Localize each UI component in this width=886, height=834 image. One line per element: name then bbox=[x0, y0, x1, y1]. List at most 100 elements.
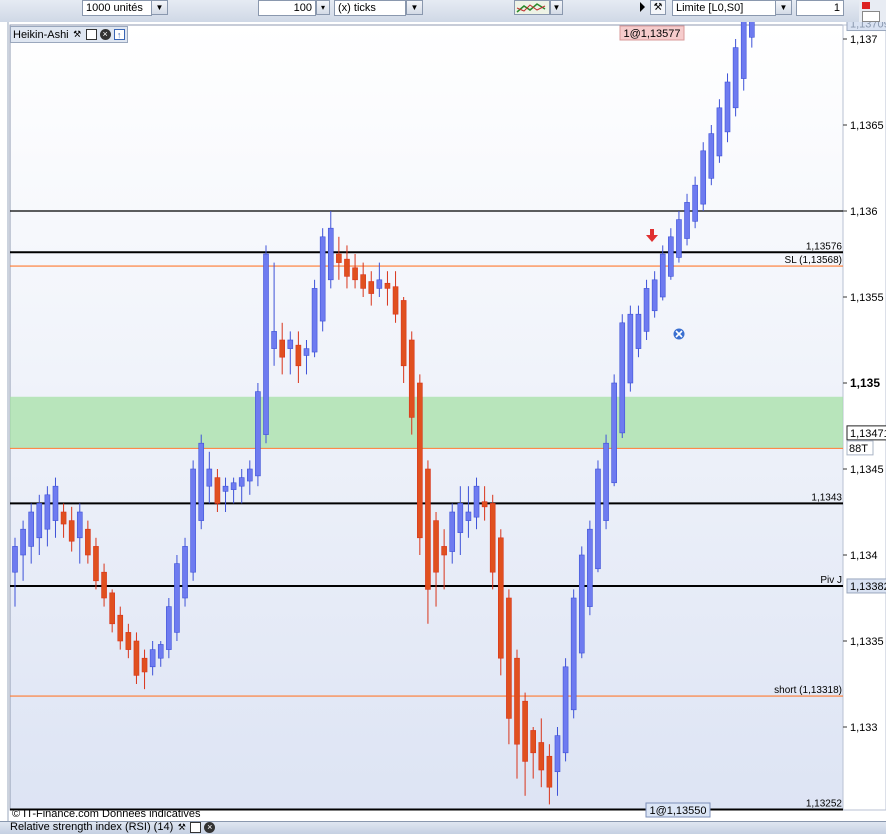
wrench-icon[interactable]: ⚒ bbox=[650, 0, 666, 15]
y-tick-label: 1,1335 bbox=[850, 636, 884, 648]
candle-body bbox=[651, 279, 658, 312]
candle-body bbox=[668, 236, 674, 277]
countdown-label: 88T bbox=[849, 443, 868, 455]
window-icon[interactable] bbox=[85, 29, 97, 40]
candle-body bbox=[700, 150, 707, 205]
ticks-spinner[interactable]: ▾ bbox=[316, 0, 330, 15]
order-type-dropdown-button[interactable]: ▼ bbox=[775, 0, 792, 15]
y-tick-label: 1,134 bbox=[850, 550, 878, 562]
candle bbox=[166, 598, 172, 659]
candle-body bbox=[206, 468, 213, 487]
expand-arrow-icon[interactable] bbox=[640, 2, 645, 12]
candle-body bbox=[190, 468, 196, 573]
ticks-unit-select[interactable]: (x) ticks bbox=[334, 0, 406, 16]
chevron-down-icon: ▼ bbox=[552, 3, 561, 12]
level-label: 1,13252 bbox=[806, 799, 843, 810]
candle-body bbox=[740, 22, 747, 79]
candle-body bbox=[554, 735, 561, 773]
candle-body bbox=[708, 133, 715, 179]
y-tick-label: 1,133 bbox=[850, 722, 878, 734]
y-tick-label: 1,1365 bbox=[850, 120, 884, 132]
candle-body bbox=[117, 614, 124, 642]
quantity-dropdown-button[interactable]: ▼ bbox=[151, 0, 168, 15]
candle-body bbox=[716, 107, 723, 157]
window-icon[interactable] bbox=[190, 822, 202, 833]
candle-body bbox=[603, 442, 609, 521]
level-label: 1,1343 bbox=[811, 492, 842, 503]
candle-body bbox=[676, 219, 682, 258]
ticks-unit-dropdown-button[interactable]: ▼ bbox=[406, 0, 423, 15]
candle bbox=[182, 537, 188, 607]
candle-body bbox=[20, 528, 26, 556]
candle-body bbox=[417, 382, 423, 539]
candle-body bbox=[327, 227, 334, 281]
candle bbox=[255, 383, 261, 487]
candle-body bbox=[319, 236, 326, 322]
candle-body bbox=[392, 286, 399, 315]
candle bbox=[498, 529, 504, 676]
candle-body bbox=[473, 485, 480, 518]
price-box-label: 1,13382 bbox=[850, 581, 886, 593]
close-icon[interactable]: × bbox=[204, 822, 216, 833]
candle-body bbox=[182, 546, 188, 599]
candle-body bbox=[101, 571, 107, 599]
chart-style-dropdown[interactable]: ▼ bbox=[550, 0, 563, 15]
y-tick-label: 1,137 bbox=[850, 34, 878, 46]
candle-body bbox=[149, 649, 156, 668]
price-box: 1,13709 bbox=[846, 22, 886, 32]
candle-body bbox=[506, 597, 512, 719]
candle-body bbox=[125, 632, 132, 650]
ticks-input[interactable]: 100 bbox=[258, 0, 316, 16]
candle-body bbox=[214, 477, 221, 504]
candle-body bbox=[263, 253, 269, 435]
candle bbox=[174, 555, 180, 641]
order-fill-cross-icon bbox=[673, 328, 685, 340]
candle bbox=[708, 125, 715, 186]
price-zone-band bbox=[10, 396, 843, 449]
price-axis bbox=[842, 24, 886, 811]
candle-body bbox=[684, 202, 690, 239]
candle bbox=[724, 73, 731, 143]
candle bbox=[619, 314, 626, 439]
order-book-icon[interactable] bbox=[862, 11, 880, 22]
move-up-icon[interactable]: ↑ bbox=[113, 29, 125, 40]
chart-style-button[interactable] bbox=[514, 0, 550, 15]
candle-body bbox=[425, 468, 431, 590]
y-tick-label: 1,1345 bbox=[850, 464, 884, 476]
mini-chart-icon bbox=[516, 3, 546, 13]
chevron-down-icon: ▼ bbox=[155, 3, 164, 12]
rsi-title: Relative strength index (RSI) (14) bbox=[10, 821, 174, 833]
wrench-icon[interactable]: ⚒ bbox=[176, 822, 187, 833]
candle-body bbox=[368, 281, 375, 294]
order-quantity-input[interactable]: 1 bbox=[796, 0, 844, 16]
candle-body bbox=[692, 184, 698, 222]
price-chart[interactable]: 1,13576 SL (1,13568) 1,1343 Piv J short (1,1… bbox=[0, 22, 886, 822]
candle-body bbox=[530, 730, 536, 754]
order-type-select[interactable]: Limite [L0,S0] bbox=[672, 0, 776, 16]
wrench-icon[interactable]: ⚒ bbox=[72, 29, 83, 40]
candle bbox=[190, 460, 196, 581]
candle-body bbox=[408, 339, 415, 418]
candle-body bbox=[441, 546, 447, 556]
spinner-down-icon: ▾ bbox=[320, 3, 325, 12]
candle-body bbox=[498, 537, 504, 659]
candle-body bbox=[76, 511, 83, 539]
close-icon[interactable]: × bbox=[99, 29, 111, 40]
toolbar: 1000 unités ▼ 100 ▾ (x) ticks ▼ ▼ ⚒ Limi… bbox=[0, 0, 886, 23]
candle-body bbox=[522, 700, 528, 762]
candle-body bbox=[36, 503, 43, 539]
rsi-header: Relative strength index (RSI) (14) ⚒ × bbox=[10, 821, 216, 833]
candle-body bbox=[481, 501, 488, 508]
candle bbox=[319, 228, 326, 332]
candle-body bbox=[60, 511, 67, 525]
candle bbox=[417, 374, 423, 555]
price-box: 1,13471 bbox=[846, 425, 886, 441]
sell-icon[interactable] bbox=[862, 2, 870, 9]
candle-body bbox=[85, 528, 91, 556]
candle-body bbox=[12, 546, 18, 573]
price-box: 1,13382 bbox=[846, 578, 886, 594]
bottom-order-tag-label: 1@1,13550 bbox=[649, 805, 706, 817]
candle-body bbox=[643, 288, 650, 332]
y-tick-label: 1,135 bbox=[850, 376, 880, 390]
quantity-select[interactable]: 1000 unités bbox=[82, 0, 152, 16]
